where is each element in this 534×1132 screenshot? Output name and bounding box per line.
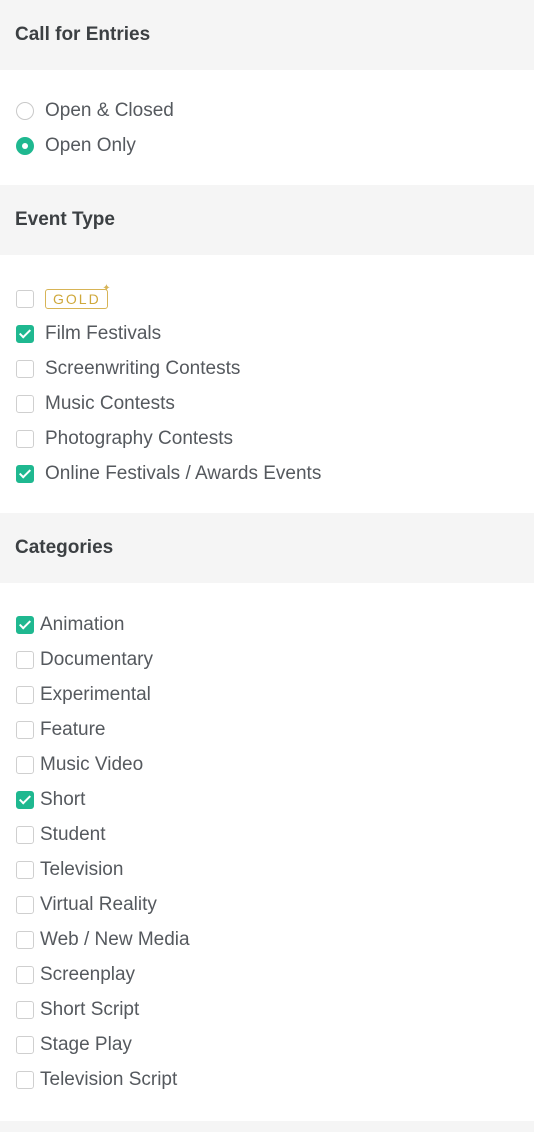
checkbox[interactable] — [16, 394, 34, 413]
gold-badge-label: GOLD — [53, 290, 101, 307]
checkbox-gold[interactable]: GOLD ✦ — [0, 281, 534, 316]
checkbox-photography-contests[interactable]: Photography Contests — [0, 421, 534, 456]
checkbox[interactable] — [16, 359, 34, 378]
checkbox[interactable] — [16, 965, 34, 984]
checkbox[interactable] — [16, 860, 34, 879]
checkbox-experimental[interactable]: Experimental — [0, 677, 534, 712]
event-type-header: Event Type — [0, 185, 534, 255]
checkbox-web-new-media[interactable]: Web / New Media — [0, 922, 534, 957]
checkbox-label: Stage Play — [40, 1033, 132, 1055]
checkbox-feature[interactable]: Feature — [0, 712, 534, 747]
event-type-title: Event Type — [15, 209, 115, 230]
checkbox-short[interactable]: Short — [0, 782, 534, 817]
checkbox[interactable] — [16, 825, 34, 844]
checkbox-label: Documentary — [40, 648, 153, 670]
checkbox-label: Music Video — [40, 753, 144, 775]
checkbox[interactable] — [16, 1035, 34, 1054]
radio-button[interactable] — [16, 101, 34, 120]
checkbox-label: Student — [40, 823, 106, 845]
checkbox[interactable] — [16, 685, 34, 704]
checkbox[interactable] — [16, 289, 34, 308]
checkbox-animation[interactable]: Animation — [0, 607, 534, 642]
next-section-header-edge — [0, 1121, 534, 1132]
radio-open-only[interactable]: Open Only — [0, 128, 534, 163]
checkbox-screenplay[interactable]: Screenplay — [0, 957, 534, 992]
categories-title: Categories — [15, 537, 114, 558]
checkbox[interactable] — [16, 930, 34, 949]
radio-label: Open & Closed — [45, 99, 174, 121]
event-type-options: GOLD ✦ Film Festivals Screenwriting Cont… — [0, 255, 534, 513]
checkbox-online-festivals[interactable]: Online Festivals / Awards Events — [0, 456, 534, 491]
checkbox-television[interactable]: Television — [0, 852, 534, 887]
categories-header: Categories — [0, 513, 534, 583]
checkbox-label: Web / New Media — [40, 928, 190, 950]
checkbox-film-festivals[interactable]: Film Festivals — [0, 316, 534, 351]
checkbox[interactable] — [16, 895, 34, 914]
checkbox[interactable] — [16, 429, 34, 448]
checkbox-music-contests[interactable]: Music Contests — [0, 386, 534, 421]
gold-badge: GOLD ✦ — [45, 283, 111, 309]
checkbox-label: Short — [40, 788, 86, 810]
call-for-entries-title: Call for Entries — [15, 24, 151, 45]
checkbox-label: Online Festivals / Awards Events — [45, 462, 322, 484]
checkbox[interactable] — [16, 755, 34, 774]
checkbox[interactable] — [16, 615, 34, 634]
checkbox-short-script[interactable]: Short Script — [0, 992, 534, 1027]
checkbox[interactable] — [16, 324, 34, 343]
checkbox-documentary[interactable]: Documentary — [0, 642, 534, 677]
checkbox-label: Experimental — [40, 683, 151, 705]
checkbox-label: Television — [40, 858, 124, 880]
categories-options: Animation Documentary Experimental Featu… — [0, 583, 534, 1097]
radio-label: Open Only — [45, 134, 136, 156]
sparkle-icon: ✦ — [102, 282, 111, 294]
checkbox[interactable] — [16, 720, 34, 739]
checkbox-virtual-reality[interactable]: Virtual Reality — [0, 887, 534, 922]
checkbox-label: Television Script — [40, 1068, 178, 1090]
checkbox-television-script[interactable]: Television Script — [0, 1062, 534, 1097]
checkbox-label: Screenwriting Contests — [45, 357, 241, 379]
checkbox[interactable] — [16, 650, 34, 669]
checkbox-label: Short Script — [40, 998, 140, 1020]
checkbox[interactable] — [16, 1000, 34, 1019]
checkbox-label: Film Festivals — [45, 322, 162, 344]
checkbox-student[interactable]: Student — [0, 817, 534, 852]
checkbox[interactable] — [16, 464, 34, 483]
checkbox-label: Virtual Reality — [40, 893, 157, 915]
checkbox-label: Photography Contests — [45, 427, 234, 449]
checkbox-label: Screenplay — [40, 963, 136, 985]
checkbox-screenwriting-contests[interactable]: Screenwriting Contests — [0, 351, 534, 386]
checkbox-label: Feature — [40, 718, 106, 740]
call-for-entries-header: Call for Entries — [0, 0, 534, 70]
checkbox-music-video[interactable]: Music Video — [0, 747, 534, 782]
checkbox[interactable] — [16, 790, 34, 809]
radio-open-closed[interactable]: Open & Closed — [0, 93, 534, 128]
checkbox-label: Music Contests — [45, 392, 175, 414]
checkbox[interactable] — [16, 1070, 34, 1089]
checkbox-stage-play[interactable]: Stage Play — [0, 1027, 534, 1062]
checkbox-label: Animation — [40, 613, 125, 635]
call-for-entries-options: Open & Closed Open Only — [0, 70, 534, 185]
radio-button[interactable] — [16, 136, 34, 155]
